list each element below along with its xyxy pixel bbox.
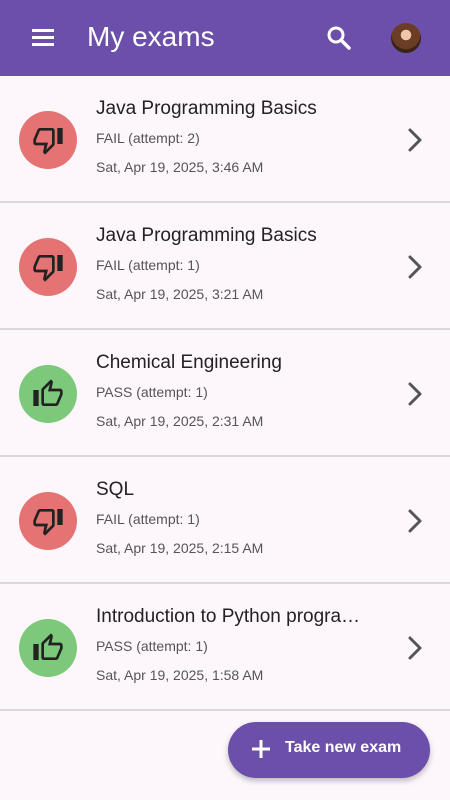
search-icon[interactable] [325,24,353,52]
chevron-right-icon [408,382,422,406]
exam-title: Java Programming Basics [96,225,317,246]
fail-status-badge [19,111,77,169]
exam-result: FAIL (attempt: 1) [96,511,200,527]
thumbs-down-icon [33,509,63,536]
exam-date: Sat, Apr 19, 2025, 1:58 AM [96,667,264,683]
app-bar: My exams [0,0,450,76]
chevron-right-icon [408,255,422,279]
exam-date: Sat, Apr 19, 2025, 2:15 AM [96,540,264,556]
pass-status-badge [19,365,77,423]
exam-list-item[interactable]: Introduction to Python progra… PASS (att… [0,584,450,711]
exam-date: Sat, Apr 19, 2025, 3:21 AM [96,286,264,302]
exam-result: FAIL (attempt: 1) [96,257,200,273]
exam-result: PASS (attempt: 1) [96,638,208,654]
thumbs-up-icon [33,633,63,660]
exam-title: Introduction to Python progra… [96,606,361,627]
page-title: My exams [87,21,215,52]
chevron-right-icon [408,636,422,660]
exam-list-item[interactable]: SQL FAIL (attempt: 1) Sat, Apr 19, 2025,… [0,457,450,584]
exam-list-item[interactable]: Java Programming Basics FAIL (attempt: 2… [0,76,450,203]
thumbs-down-icon [33,255,63,282]
exam-date: Sat, Apr 19, 2025, 3:46 AM [96,159,264,175]
menu-icon[interactable] [29,25,57,49]
plus-icon [252,740,270,758]
exam-result: PASS (attempt: 1) [96,384,208,400]
exam-list: Java Programming Basics FAIL (attempt: 2… [0,76,450,711]
fail-status-badge [19,492,77,550]
avatar[interactable] [391,23,421,53]
chevron-right-icon [408,128,422,152]
pass-status-badge [19,619,77,677]
chevron-right-icon [408,509,422,533]
exam-date: Sat, Apr 19, 2025, 2:31 AM [96,413,264,429]
thumbs-down-icon [33,128,63,155]
take-new-exam-button[interactable]: Take new exam [228,722,430,778]
fail-status-badge [19,238,77,296]
thumbs-up-icon [33,379,63,406]
exam-title: Chemical Engineering [96,352,282,373]
exam-list-item[interactable]: Chemical Engineering PASS (attempt: 1) S… [0,330,450,457]
exam-list-item[interactable]: Java Programming Basics FAIL (attempt: 1… [0,203,450,330]
exam-title: Java Programming Basics [96,98,317,119]
take-new-exam-label: Take new exam [285,739,402,756]
exam-result: FAIL (attempt: 2) [96,130,200,146]
exam-title: SQL [96,479,135,500]
